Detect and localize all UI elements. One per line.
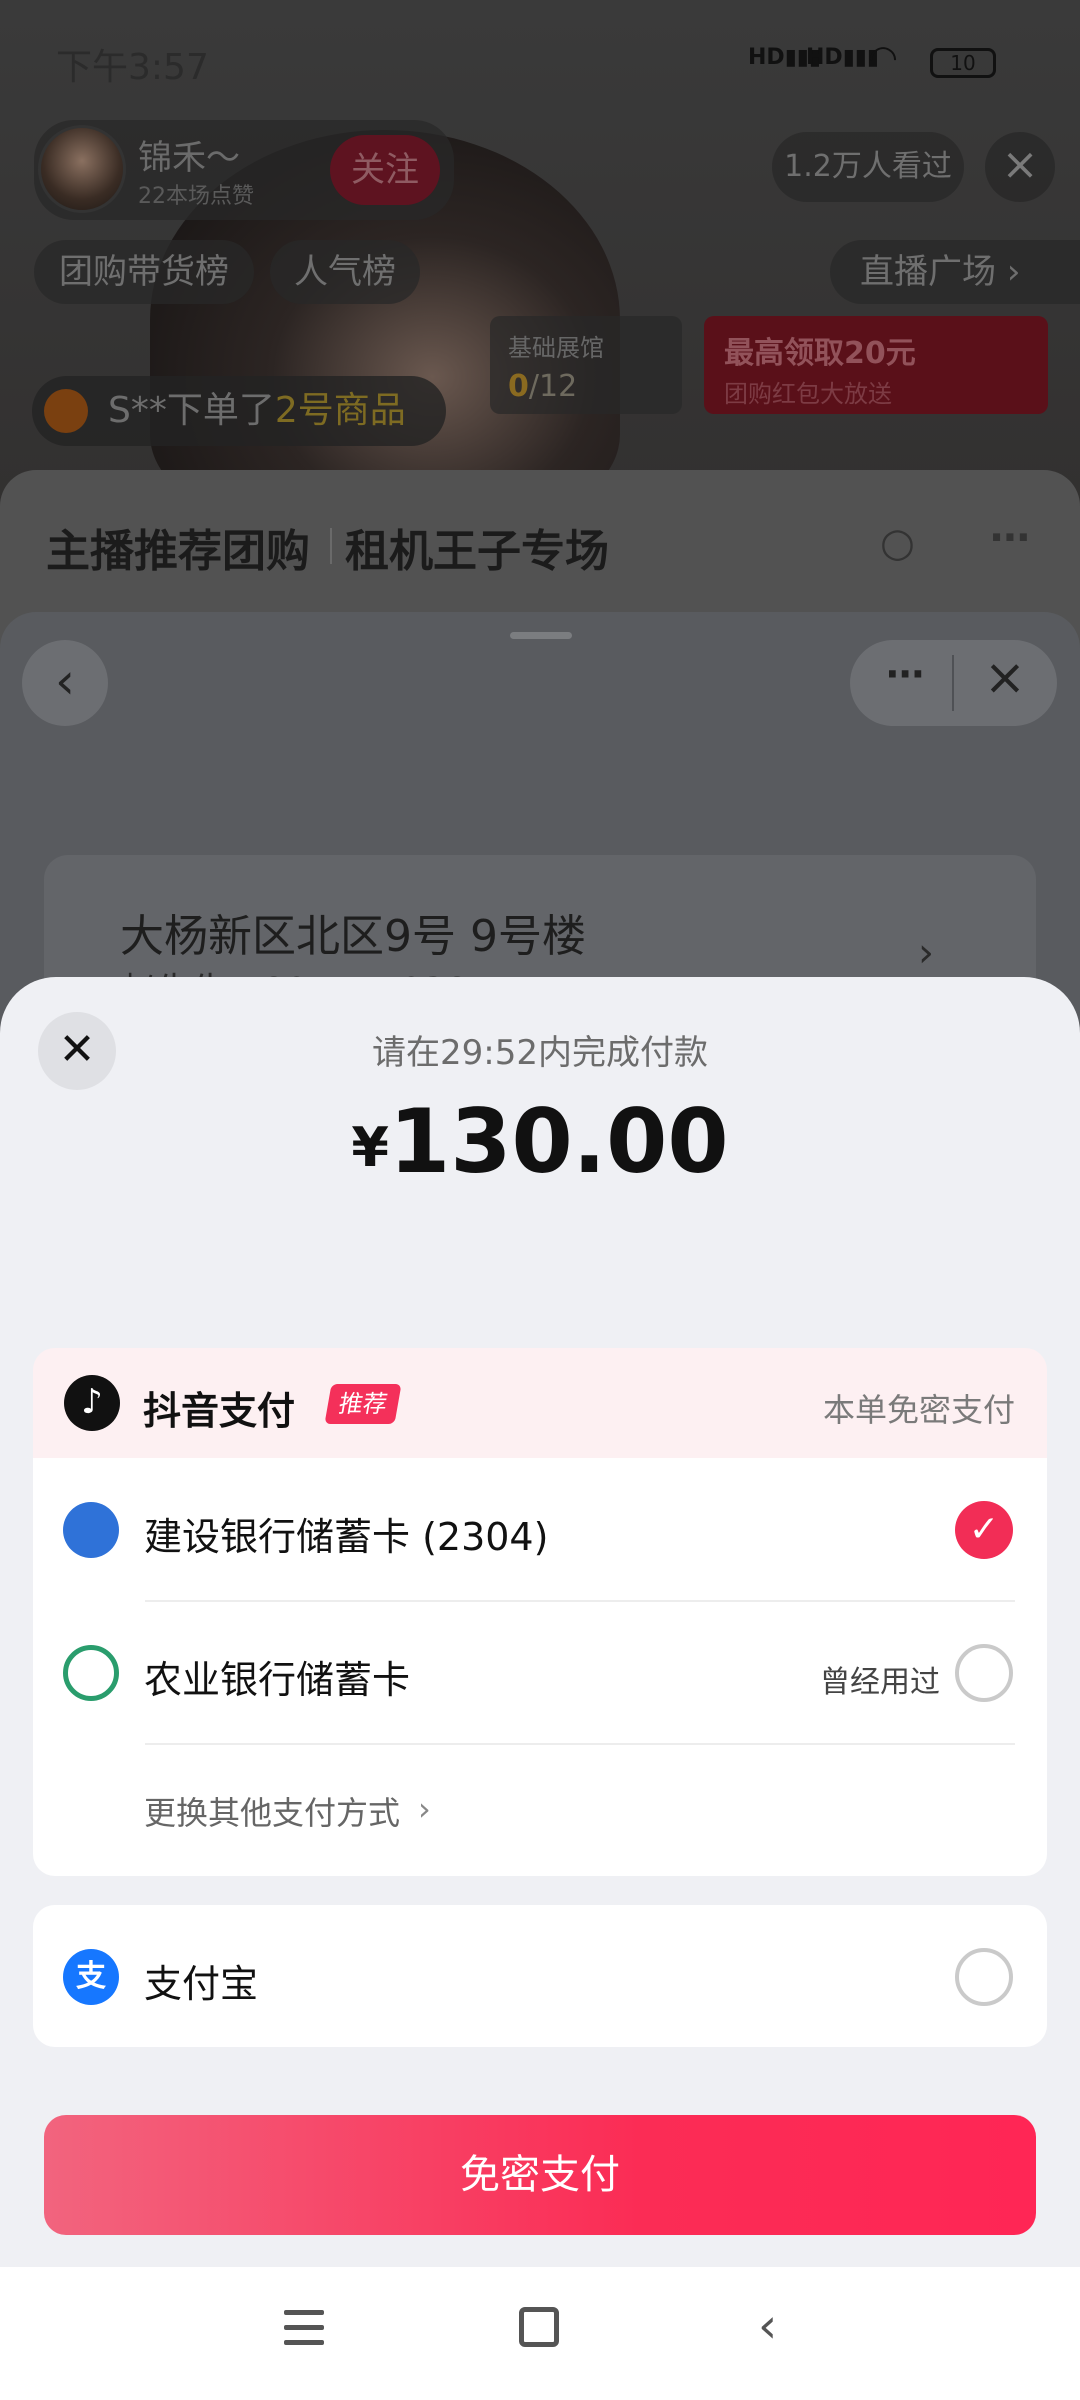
buyer-avatar-icon [44,389,88,433]
status-bar: 下午3:57 HD▮▮▮ HD▮▮▮ ◠ 10 [0,0,1080,120]
menu-icon[interactable] [284,2310,324,2346]
row-divider [145,1743,1015,1745]
ccb-bank-icon [63,1502,119,1558]
capsule-divider [952,655,954,711]
group-buy-subtitle: 租机王子专场 [345,526,609,577]
payment-option-alipay[interactable]: 支 支付宝 [33,1905,1047,2047]
payment-option-label: 支付宝 [144,1962,259,2006]
live-square-link[interactable]: 直播广场 › [830,240,1080,304]
chevron-right-icon: › [918,930,934,976]
pay-button[interactable]: 免密支付 [44,2115,1036,2235]
douyin-pay-name: 抖音支付 [143,1389,296,1433]
abc-bank-icon [63,1645,119,1701]
more-icon[interactable]: ⋯ [990,515,1030,561]
live-square-label: 直播广场 [860,252,996,292]
drag-handle[interactable] [510,632,572,639]
radio-checked[interactable]: ✓ [955,1501,1013,1559]
rank-tab-popularity[interactable]: 人气榜 [270,240,420,304]
password-free-note: 本单免密支付 [822,1391,1015,1429]
used-before-note: 曾经用过 [820,1665,940,1700]
amount-value: 130.00 [388,1090,729,1193]
payment-amount: ¥130.00 [0,1090,1080,1193]
red-packet-title: 最高领取20元 [724,336,916,371]
status-time: 下午3:57 [56,47,209,88]
switch-payment-link[interactable]: 更换其他支付方式 [144,1788,400,1834]
title-divider [330,528,332,564]
radio-unchecked[interactable] [955,1948,1013,2006]
recommend-badge: 推荐 [324,1384,402,1424]
chevron-right-icon: › [1006,252,1021,292]
payment-countdown: 请在29:52内完成付款 [372,1033,708,1073]
payment-option-ccb[interactable]: 建设银行储蓄卡 (2304) ✓ [33,1458,1047,1600]
back-nav-icon[interactable]: ‹ [758,2298,777,2354]
exhibit-title: 基础展馆 [508,334,604,362]
battery-icon: 10 [930,48,996,78]
douyin-logo-icon: ♪ [64,1375,120,1431]
payment-option-label: 农业银行储蓄卡 [144,1658,411,1702]
radio-unchecked[interactable] [955,1644,1013,1702]
currency-symbol: ¥ [351,1116,389,1179]
red-packet-banner[interactable]: 最高领取20元 团购红包大放送 [704,316,1048,414]
follow-button[interactable]: 关注 [330,135,440,205]
alipay-icon: 支 [63,1949,119,2005]
wifi-icon: ◠ [870,38,897,78]
signal-icon-2: HD▮▮▮ [806,45,880,70]
viewer-count[interactable]: 1.2万人看过 [772,132,964,202]
close-icon[interactable]: × [970,648,1040,714]
order-notice: S**下单了2号商品 [32,376,446,446]
anchor-name: 锦禾～ [138,138,240,178]
rank-tab-group-buy[interactable]: 团购带货榜 [34,240,254,304]
home-icon[interactable] [519,2307,559,2347]
group-buy-title: 主播推荐团购 [46,526,310,577]
exhibit-progress[interactable]: 基础展馆 0/12 [490,316,682,414]
payment-option-label: 建设银行储蓄卡 (2304) [144,1515,549,1559]
address-text: 大杨新区北区9号 9号楼 [120,911,586,962]
close-live-icon[interactable]: × [985,132,1055,202]
search-icon[interactable]: ○ [880,520,915,566]
more-icon[interactable]: ⋯ [870,652,940,712]
red-packet-subtitle: 团购红包大放送 [724,380,892,408]
chevron-right-icon: › [418,1790,431,1828]
exhibit-count: 0/12 [508,369,578,404]
anchor-avatar[interactable] [38,125,126,213]
anchor-likes: 22本场点赞 [138,184,254,209]
back-icon[interactable]: ‹ [22,640,108,726]
